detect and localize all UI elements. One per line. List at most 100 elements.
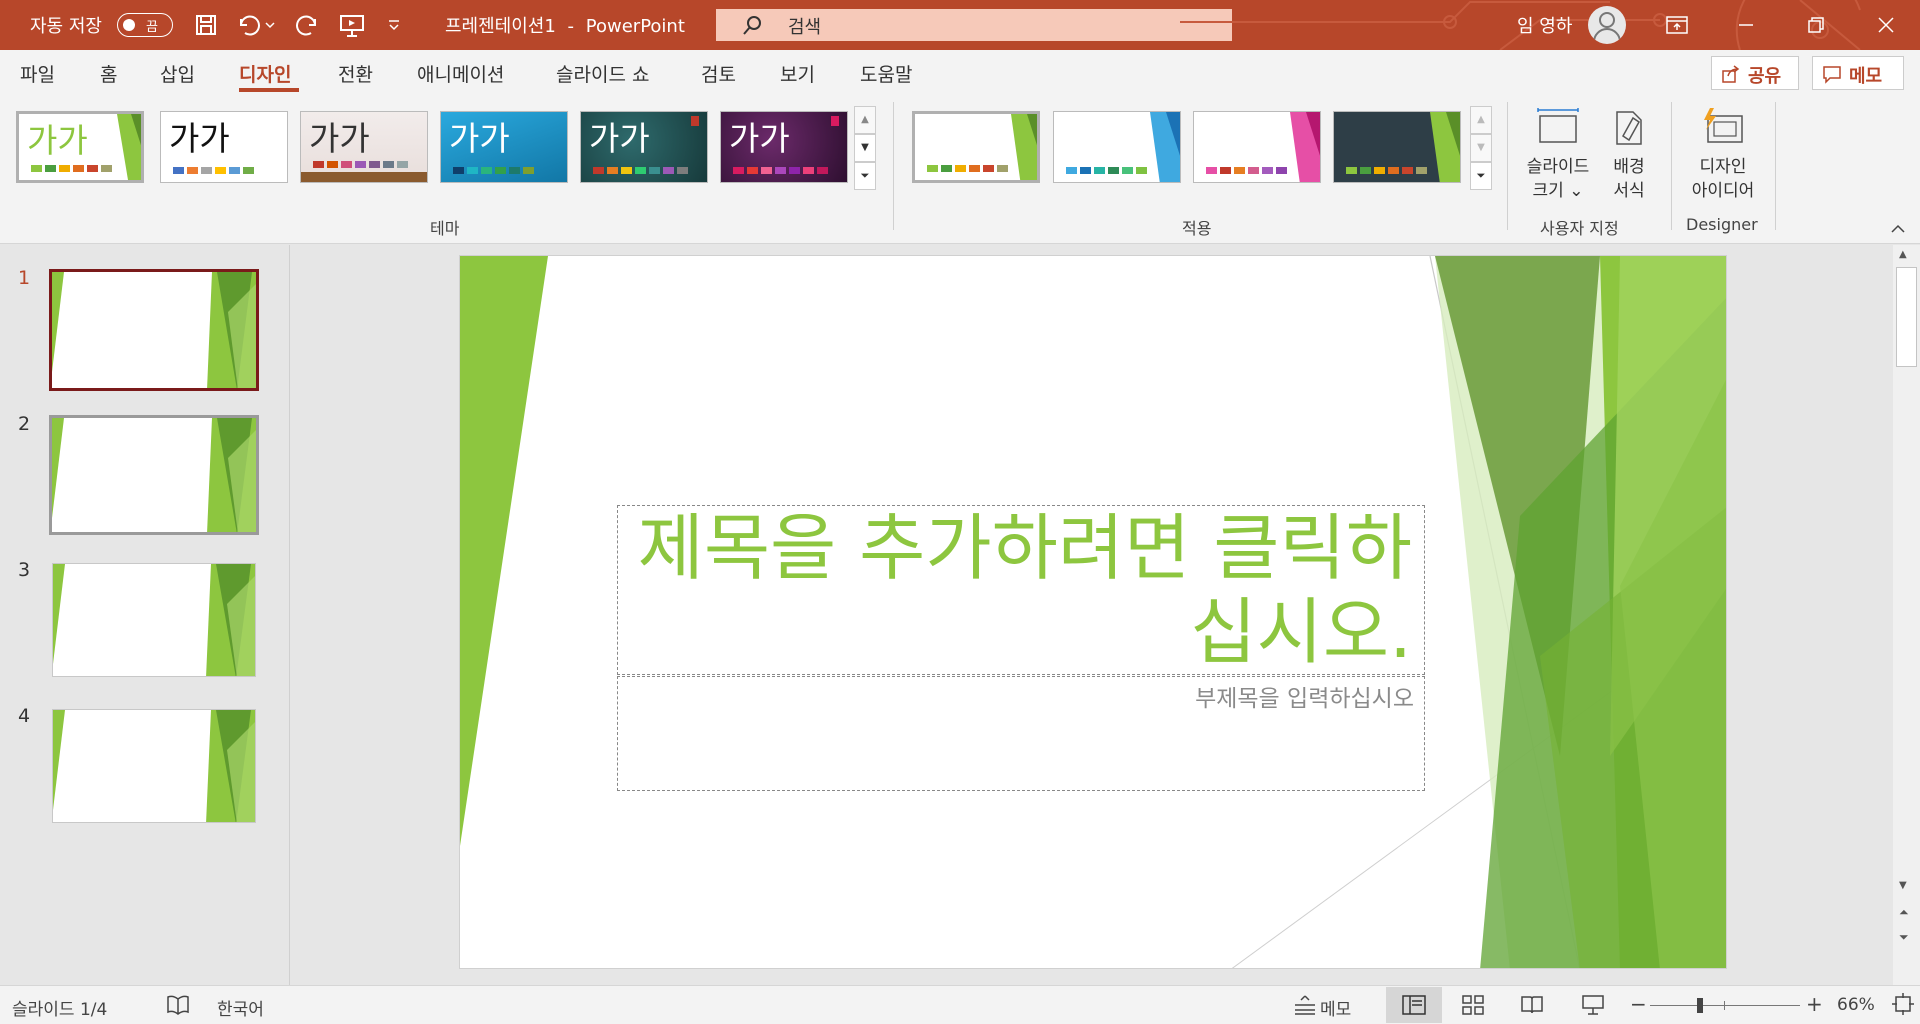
group-separator (1671, 102, 1672, 230)
share-button[interactable]: 공유 (1711, 56, 1799, 90)
tab-home[interactable]: 홈 (100, 60, 117, 87)
slide-size-button[interactable]: 슬라이드 크기 ⌄ (1518, 106, 1598, 203)
active-tab-underline (239, 88, 299, 92)
zoom-slider[interactable] (1650, 998, 1800, 1013)
fit-to-window-icon[interactable] (1892, 993, 1914, 1020)
scroll-up-icon[interactable]: ▲ (1899, 249, 1907, 260)
vertical-scrollbar[interactable]: ▲ ▼ ⏶ ⏷ (1893, 245, 1920, 985)
zoom-out-icon[interactable]: − (1630, 992, 1647, 1016)
zoom-level[interactable]: 66% (1837, 995, 1875, 1015)
theme-organic[interactable]: 가가 (580, 111, 708, 183)
design-ideas-label-1: 디자인 (1699, 157, 1747, 177)
slide-thumbnail-2[interactable] (49, 415, 259, 535)
variant-4[interactable] (1333, 111, 1461, 183)
theme-office[interactable]: 가가 (160, 111, 288, 183)
undo-dropdown-icon[interactable] (262, 9, 278, 41)
format-background-button[interactable]: 배경 서식 (1604, 106, 1654, 203)
thumbnail-graphic (52, 272, 256, 388)
toggle-knob (123, 19, 135, 31)
gallery-up-icon[interactable]: ▲ (1470, 106, 1492, 134)
color-swatches (31, 165, 112, 172)
group-label-variants: 적용 (1182, 219, 1212, 238)
slide-sorter-icon[interactable] (1462, 995, 1484, 1020)
theme-berlin[interactable]: 가가 (720, 111, 848, 183)
gallery-more-icon[interactable]: ⏷ (854, 162, 876, 190)
previous-slide-icon[interactable]: ⏶ (1899, 905, 1909, 920)
start-slideshow-icon[interactable] (336, 9, 368, 41)
design-ideas-label-2: 아이디어 (1691, 181, 1755, 201)
scroll-down-icon[interactable]: ▼ (1899, 880, 1907, 891)
notes-label: 메모 (1320, 1000, 1352, 1020)
status-bar: 슬라이드 1/4 한국어 메모 − + 66% (0, 985, 1920, 1024)
tab-file[interactable]: 파일 (20, 60, 55, 87)
title-placeholder[interactable]: 제목을 추가하려면 클릭하십시오. (617, 505, 1425, 675)
theme-ion[interactable]: 가가 (440, 111, 568, 183)
zoom-slider-thumb[interactable] (1697, 998, 1703, 1013)
user-name[interactable]: 임 영하 (1517, 12, 1572, 38)
slide-size-label-1: 슬라이드 (1526, 157, 1590, 177)
variant-graphic (1011, 114, 1037, 180)
gallery-more-icon[interactable]: ⏷ (1470, 162, 1492, 190)
color-swatches (313, 161, 408, 168)
slide-thumbnail-1[interactable] (49, 269, 259, 391)
notes-button[interactable]: 메모 (1290, 989, 1362, 1021)
autosave-toggle[interactable]: 끔 (117, 13, 173, 37)
user-avatar[interactable] (1588, 6, 1626, 44)
slide-canvas[interactable]: 제목을 추가하려면 클릭하십시오. 부제목을 입력하십시오 (459, 255, 1727, 969)
language-label[interactable]: 한국어 (217, 995, 264, 1020)
tab-review[interactable]: 검토 (701, 60, 736, 87)
tab-insert[interactable]: 삽입 (160, 60, 195, 87)
search-box[interactable]: 검색 (716, 9, 1232, 41)
normal-view-button[interactable] (1386, 987, 1442, 1023)
gallery-down-icon[interactable]: ▼ (1470, 134, 1492, 162)
reading-view-icon[interactable] (1521, 995, 1543, 1020)
color-swatches (1346, 167, 1427, 174)
ribbon-display-options-icon[interactable] (1661, 9, 1693, 41)
tab-slideshow[interactable]: 슬라이드 쇼 (556, 60, 649, 87)
gallery-up-icon[interactable]: ▲ (854, 106, 876, 134)
search-placeholder: 검색 (788, 17, 822, 38)
group-label-designer: Designer (1686, 215, 1758, 234)
app-name: PowerPoint (585, 16, 685, 37)
tab-design[interactable]: 디자인 (239, 60, 291, 87)
tab-transitions[interactable]: 전환 (338, 60, 373, 87)
comments-button[interactable]: 메모 (1812, 56, 1904, 90)
scroll-thumb[interactable] (1896, 267, 1917, 367)
group-separator (1507, 102, 1508, 230)
tab-animations[interactable]: 애니메이션 (417, 60, 504, 87)
variant-2[interactable] (1053, 111, 1181, 183)
undo-icon[interactable] (232, 9, 264, 41)
subtitle-placeholder[interactable]: 부제목을 입력하십시오 (617, 676, 1425, 791)
slide-number: 4 (18, 705, 31, 727)
spell-check-icon[interactable] (166, 994, 190, 1021)
design-ideas-button[interactable]: 디자인 아이디어 (1678, 106, 1768, 203)
tab-view[interactable]: 보기 (780, 60, 815, 87)
restore-icon[interactable] (1800, 9, 1832, 41)
variant-1[interactable] (912, 111, 1040, 183)
next-slide-icon[interactable]: ⏷ (1899, 930, 1909, 945)
theme-gallery-scroll: ▲ ▼ ⏷ (854, 106, 876, 194)
save-icon[interactable] (190, 9, 222, 41)
color-swatches (927, 165, 1008, 172)
collapse-ribbon-icon[interactable] (1890, 220, 1910, 236)
slide-counter: 슬라이드 1/4 (12, 1000, 108, 1020)
title-separator: - (567, 16, 575, 37)
slide-thumbnail-4[interactable] (52, 709, 256, 823)
zoom-in-icon[interactable]: + (1806, 992, 1823, 1016)
slide-thumbnail-3[interactable] (52, 563, 256, 677)
slideshow-view-icon[interactable] (1582, 994, 1604, 1021)
format-bg-label-2: 서식 (1613, 181, 1645, 201)
minimize-icon[interactable] (1730, 9, 1762, 41)
variant-3[interactable] (1193, 111, 1321, 183)
title-bar: 자동 저장 끔 프레젠테이션1 - PowerPoint 검색 임 영하 (0, 0, 1920, 50)
design-ideas-icon (1704, 108, 1743, 143)
customize-qat-icon[interactable] (380, 9, 408, 41)
close-icon[interactable] (1870, 9, 1902, 41)
theme-facet[interactable]: 가가 (16, 111, 144, 183)
search-icon (742, 14, 764, 41)
redo-icon[interactable] (292, 9, 324, 41)
theme-wood[interactable]: 가가 (300, 111, 428, 183)
gallery-down-icon[interactable]: ▼ (854, 134, 876, 162)
tab-help[interactable]: 도움말 (860, 60, 912, 87)
slide-title: 제목을 추가하려면 클릭하십시오. (637, 506, 1412, 674)
